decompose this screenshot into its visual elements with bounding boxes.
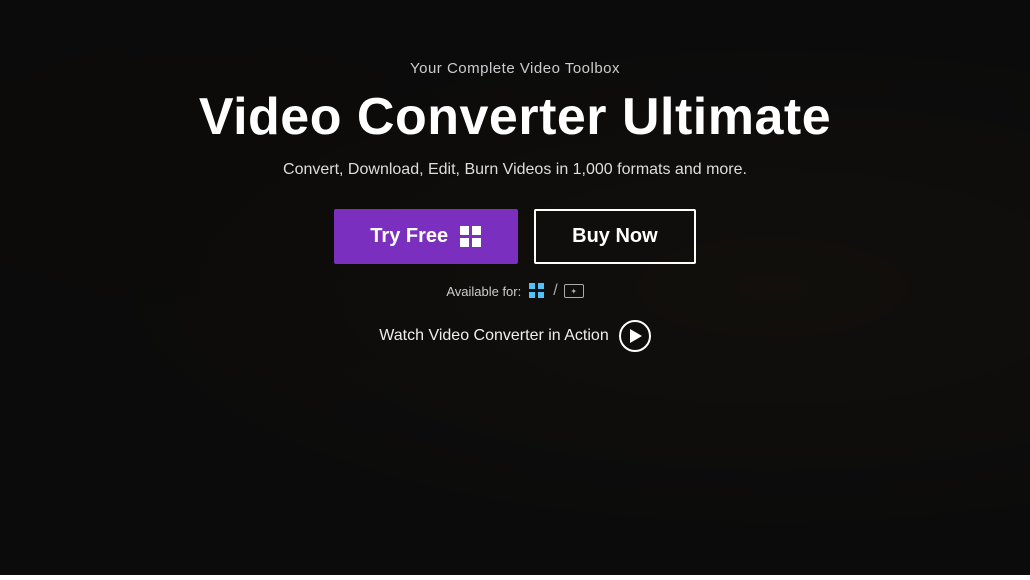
page-description: Convert, Download, Edit, Burn Videos in … <box>283 161 747 179</box>
watch-video-label: Watch Video Converter in Action <box>379 327 608 345</box>
platform-icons: / <box>529 282 583 300</box>
try-free-button[interactable]: Try Free <box>334 209 518 264</box>
try-free-label: Try Free <box>370 225 448 248</box>
subtitle: Your Complete Video Toolbox <box>410 60 620 77</box>
available-label: Available for: <box>446 284 521 299</box>
play-button[interactable] <box>619 320 651 352</box>
windows-small-icon <box>529 283 545 299</box>
buy-now-label: Buy Now <box>572 225 658 247</box>
available-row: Available for: / <box>446 282 583 300</box>
slash-separator: / <box>553 282 557 300</box>
play-triangle-icon <box>630 329 642 343</box>
windows-icon <box>460 226 482 248</box>
main-content: Your Complete Video Toolbox Video Conver… <box>0 0 1030 392</box>
mac-icon <box>564 284 584 298</box>
watch-video-row: Watch Video Converter in Action <box>379 320 650 352</box>
page-title: Video Converter Ultimate <box>199 87 831 147</box>
cta-buttons: Try Free Buy Now <box>334 209 695 264</box>
buy-now-button[interactable]: Buy Now <box>534 209 696 264</box>
